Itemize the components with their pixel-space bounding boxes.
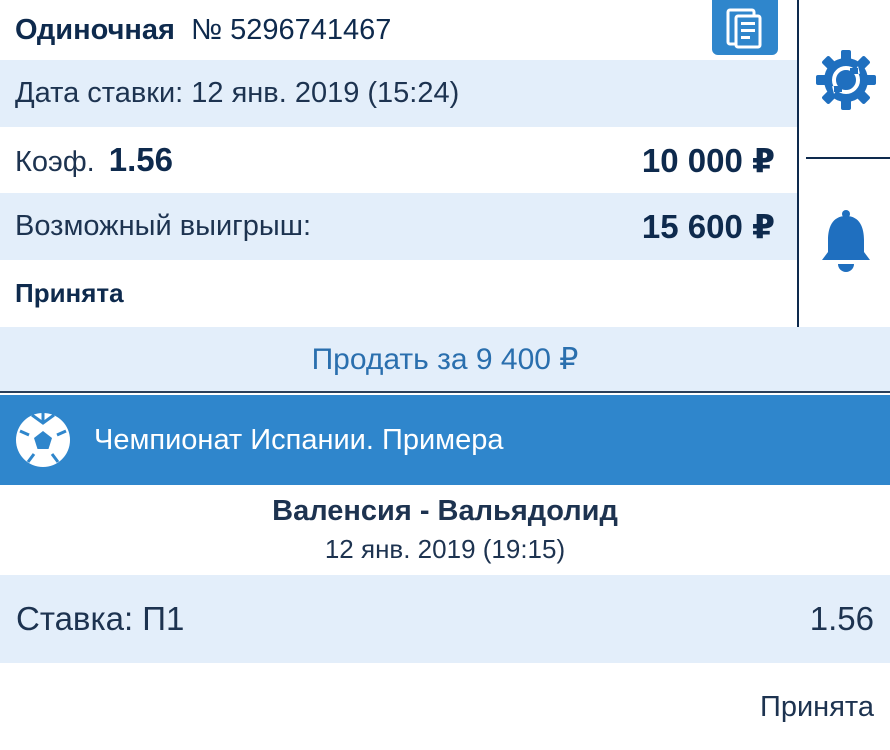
stake-amount: 10 000 ₽ (641, 141, 775, 179)
settings-button[interactable] (814, 48, 878, 112)
outcome-status-row: Принята (0, 663, 890, 750)
match-date: 12 янв. 2019 (19:15) (324, 534, 566, 564)
outcome-status: Принята (760, 691, 874, 723)
bet-status-row: Принята (0, 260, 797, 327)
coef-label: Коэф. (15, 146, 95, 178)
bet-header: Одиночная № 5296741467 (0, 0, 797, 60)
bet-number: № 5296741467 (190, 13, 392, 46)
bet-date-row: Дата ставки: 12 янв. 2019 (15:24) (0, 60, 797, 127)
copy-icon (726, 8, 762, 48)
league-header: Чемпионат Испании. Примера (0, 395, 890, 485)
bet-status: Принята (15, 278, 124, 308)
side-divider (797, 0, 799, 327)
football-icon (16, 413, 70, 467)
coef-value: 1.56 (108, 141, 173, 178)
notifications-button[interactable] (818, 208, 874, 276)
possible-win-label: Возможный выигрыш: (15, 210, 312, 242)
league-name: Чемпионат Испании. Примера (94, 423, 504, 456)
sell-bet-label: Продать за 9 400 ₽ (311, 342, 579, 376)
copy-button[interactable] (712, 0, 778, 55)
possible-win-row: Возможный выигрыш: 15 600 ₽ (0, 193, 797, 260)
bet-outcome-row: Ставка: П1 1.56 (0, 575, 890, 663)
match-info: Валенсия - Вальядолид 12 янв. 2019 (19:1… (0, 485, 890, 575)
bet-outcome-label: Ставка: П1 (16, 600, 185, 637)
sell-bet-button[interactable]: Продать за 9 400 ₽ (0, 327, 890, 393)
bet-type: Одиночная (15, 13, 175, 46)
bell-icon (822, 210, 870, 272)
side-separator (806, 157, 890, 159)
bet-outcome-coef: 1.56 (809, 600, 874, 637)
match-teams: Валенсия - Вальядолид (272, 495, 618, 527)
possible-win-amount: 15 600 ₽ (641, 208, 775, 245)
gear-sync-icon (816, 50, 876, 110)
coef-row: Коэф. 1.56 10 000 ₽ (0, 127, 797, 193)
bet-date: Дата ставки: 12 янв. 2019 (15:24) (15, 77, 460, 109)
